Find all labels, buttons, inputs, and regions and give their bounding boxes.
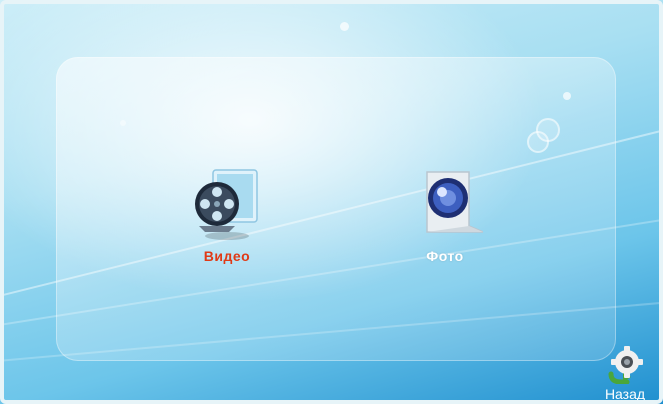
photo-menu-label: Фото — [426, 248, 464, 264]
photo-menu-item[interactable]: Фото — [400, 160, 490, 264]
back-label: Назад — [604, 386, 646, 402]
gear-back-icon — [608, 346, 643, 384]
video-menu-item[interactable]: Видео — [182, 160, 272, 264]
video-menu-label: Видео — [203, 248, 251, 264]
back-button[interactable]: Назад — [595, 332, 655, 402]
background-dot — [340, 22, 349, 31]
video-icon — [195, 169, 258, 240]
menu-panel — [56, 57, 616, 361]
photo-icon — [426, 171, 483, 233]
